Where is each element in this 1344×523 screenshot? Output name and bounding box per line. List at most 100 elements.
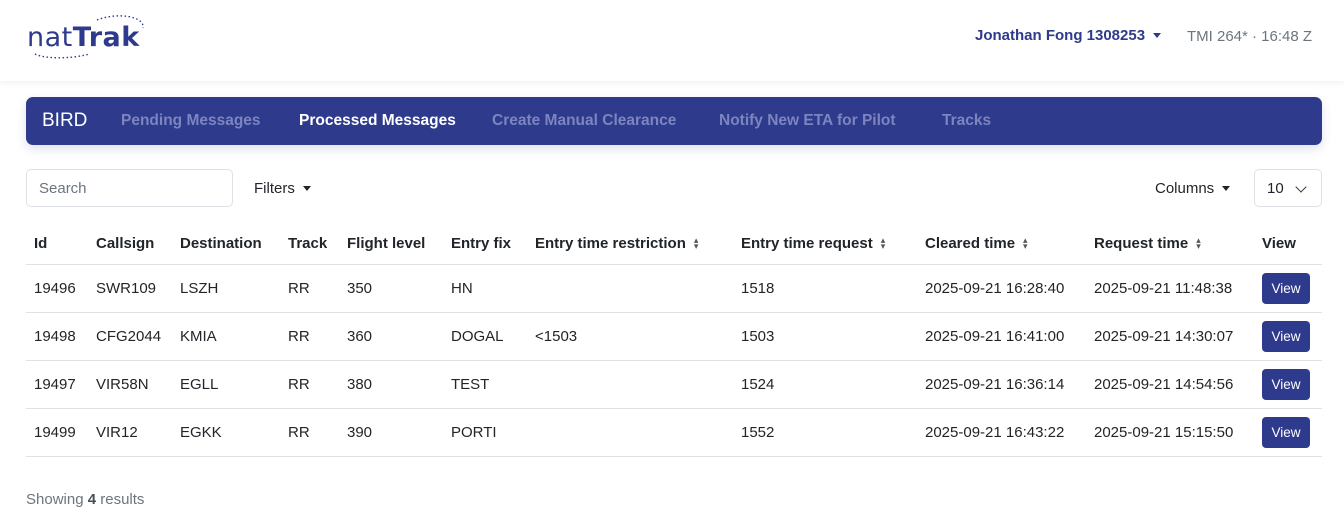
cell-destination: EGKK	[172, 408, 280, 457]
tmi-time-status: TMI 264* · 16:48 Z	[1187, 28, 1313, 45]
header-request-time: Request time	[1094, 235, 1189, 253]
cell-request-time: 2025-09-21 14:30:07	[1086, 312, 1254, 361]
cell-track: RR	[280, 408, 339, 457]
cell-id: 19499	[26, 408, 88, 457]
results-summary: Showing 4 results	[26, 491, 144, 508]
summary-prefix: Showing	[26, 491, 84, 508]
cell-destination: KMIA	[172, 312, 280, 361]
cell-destination: LSZH	[172, 264, 280, 313]
cell-flight-level: 350	[339, 264, 443, 313]
header-callsign[interactable]: Callsign	[88, 224, 172, 265]
cell-track: RR	[280, 360, 339, 409]
user-menu-dropdown[interactable]: Jonathan Fong 1308253	[975, 27, 1162, 44]
nav-item-pending-messages[interactable]: Pending Messages	[121, 112, 261, 130]
cell-cleared-time: 2025-09-21 16:43:22	[917, 408, 1086, 457]
nav-item-processed-messages[interactable]: Processed Messages	[299, 112, 456, 130]
table-row[interactable]: 19497 VIR58N EGLL RR 380 TEST 1524 2025-…	[26, 360, 1322, 409]
cell-id: 19496	[26, 264, 88, 313]
nav-item-tracks[interactable]: Tracks	[942, 112, 991, 130]
cell-entry-time-request: 1552	[733, 408, 917, 457]
filters-label: Filters	[254, 180, 295, 197]
cell-request-time: 2025-09-21 11:48:38	[1086, 264, 1254, 313]
header-entry-time-restriction: Entry time restriction	[535, 235, 686, 253]
cell-entry-fix: PORTI	[443, 408, 527, 457]
cell-entry-time-restriction	[527, 360, 733, 409]
user-name: Jonathan Fong 1308253	[975, 27, 1146, 44]
page-size-value: 10	[1267, 179, 1284, 197]
cell-flight-level: 360	[339, 312, 443, 361]
cell-flight-level: 390	[339, 408, 443, 457]
cell-request-time: 2025-09-21 14:54:56	[1086, 360, 1254, 409]
nav-item-notify-new-eta[interactable]: Notify New ETA for Pilot	[719, 112, 896, 130]
header-flight-level[interactable]: Flight level	[339, 224, 443, 265]
cell-cleared-time: 2025-09-21 16:41:00	[917, 312, 1086, 361]
logo-text-bold: Trak	[72, 22, 140, 53]
cell-entry-time-restriction	[527, 264, 733, 313]
table-row[interactable]: 19498 CFG2044 KMIA RR 360 DOGAL <1503 15…	[26, 312, 1322, 361]
cell-entry-fix: DOGAL	[443, 312, 527, 361]
messages-table-container: Id Callsign Destination Track Flight lev…	[26, 224, 1322, 457]
cell-track: RR	[280, 312, 339, 361]
chevron-down-icon	[1295, 181, 1307, 193]
view-button[interactable]: View	[1262, 368, 1310, 400]
processed-messages-table: Id Callsign Destination Track Flight lev…	[26, 224, 1322, 457]
cell-entry-fix: TEST	[443, 360, 527, 409]
search-input[interactable]	[26, 169, 233, 207]
cell-destination: EGLL	[172, 360, 280, 409]
header-cleared-time: Cleared time	[925, 235, 1016, 253]
cell-request-time: 2025-09-21 15:15:50	[1086, 408, 1254, 457]
sort-icon[interactable]: ▴ ▾	[1196, 236, 1201, 251]
columns-label: Columns	[1155, 180, 1215, 197]
top-header: natTrak Jonathan Fong 1308253 TMI 264* ·…	[0, 0, 1344, 81]
header-view: View	[1254, 224, 1322, 265]
view-button[interactable]: View	[1262, 416, 1310, 448]
table-row[interactable]: 19499 VIR12 EGKK RR 390 PORTI 1552 2025-…	[26, 408, 1322, 457]
view-button[interactable]: View	[1262, 320, 1310, 352]
cell-entry-fix: HN	[443, 264, 527, 313]
summary-suffix: results	[100, 491, 145, 508]
sort-icon[interactable]: ▴ ▾	[694, 236, 699, 251]
cell-entry-time-restriction: <1503	[527, 312, 733, 361]
cell-entry-time-request: 1518	[733, 264, 917, 313]
cell-view: View	[1254, 408, 1322, 457]
cell-view: View	[1254, 360, 1322, 409]
cell-entry-time-request: 1524	[733, 360, 917, 409]
header-track[interactable]: Track	[280, 224, 339, 265]
view-button[interactable]: View	[1262, 272, 1310, 304]
nattrak-logo[interactable]: natTrak	[27, 14, 147, 62]
sort-icon[interactable]: ▴ ▾	[1023, 236, 1028, 251]
cell-callsign: VIR58N	[88, 360, 172, 409]
cell-cleared-time: 2025-09-21 16:36:14	[917, 360, 1086, 409]
header-entry-time-request-cell[interactable]: Entry time request ▴ ▾	[733, 224, 917, 265]
caret-down-icon	[1222, 186, 1231, 191]
caret-down-icon	[1153, 33, 1162, 38]
cell-view: View	[1254, 312, 1322, 361]
header-cleared-time-cell[interactable]: Cleared time ▴ ▾	[917, 224, 1086, 265]
header-entry-fix[interactable]: Entry fix	[443, 224, 527, 265]
logo-text-light: nat	[27, 22, 73, 53]
cell-id: 19498	[26, 312, 88, 361]
table-row[interactable]: 19496 SWR109 LSZH RR 350 HN 1518 2025-09…	[26, 264, 1322, 313]
cell-cleared-time: 2025-09-21 16:28:40	[917, 264, 1086, 313]
nav-brand[interactable]: BIRD	[42, 110, 87, 132]
nav-item-create-manual-clearance[interactable]: Create Manual Clearance	[492, 112, 676, 130]
cell-entry-time-restriction	[527, 408, 733, 457]
columns-dropdown[interactable]: Columns	[1155, 180, 1231, 197]
cell-callsign: SWR109	[88, 264, 172, 313]
header-request-time-cell[interactable]: Request time ▴ ▾	[1086, 224, 1254, 265]
filters-dropdown[interactable]: Filters	[254, 180, 311, 197]
header-destination[interactable]: Destination	[172, 224, 280, 265]
header-entry-time-restriction-cell[interactable]: Entry time restriction ▴ ▾	[527, 224, 733, 265]
table-header-row: Id Callsign Destination Track Flight lev…	[26, 224, 1322, 265]
caret-down-icon	[302, 186, 311, 191]
cell-callsign: VIR12	[88, 408, 172, 457]
header-id[interactable]: Id	[26, 224, 88, 265]
header-entry-time-request: Entry time request	[741, 235, 873, 253]
page-size-select[interactable]: 10	[1254, 169, 1322, 207]
cell-id: 19497	[26, 360, 88, 409]
logo-wordmark: natTrak	[27, 22, 140, 53]
cell-flight-level: 380	[339, 360, 443, 409]
sort-icon[interactable]: ▴ ▾	[881, 236, 886, 251]
cell-callsign: CFG2044	[88, 312, 172, 361]
results-count: 4	[87, 491, 97, 508]
